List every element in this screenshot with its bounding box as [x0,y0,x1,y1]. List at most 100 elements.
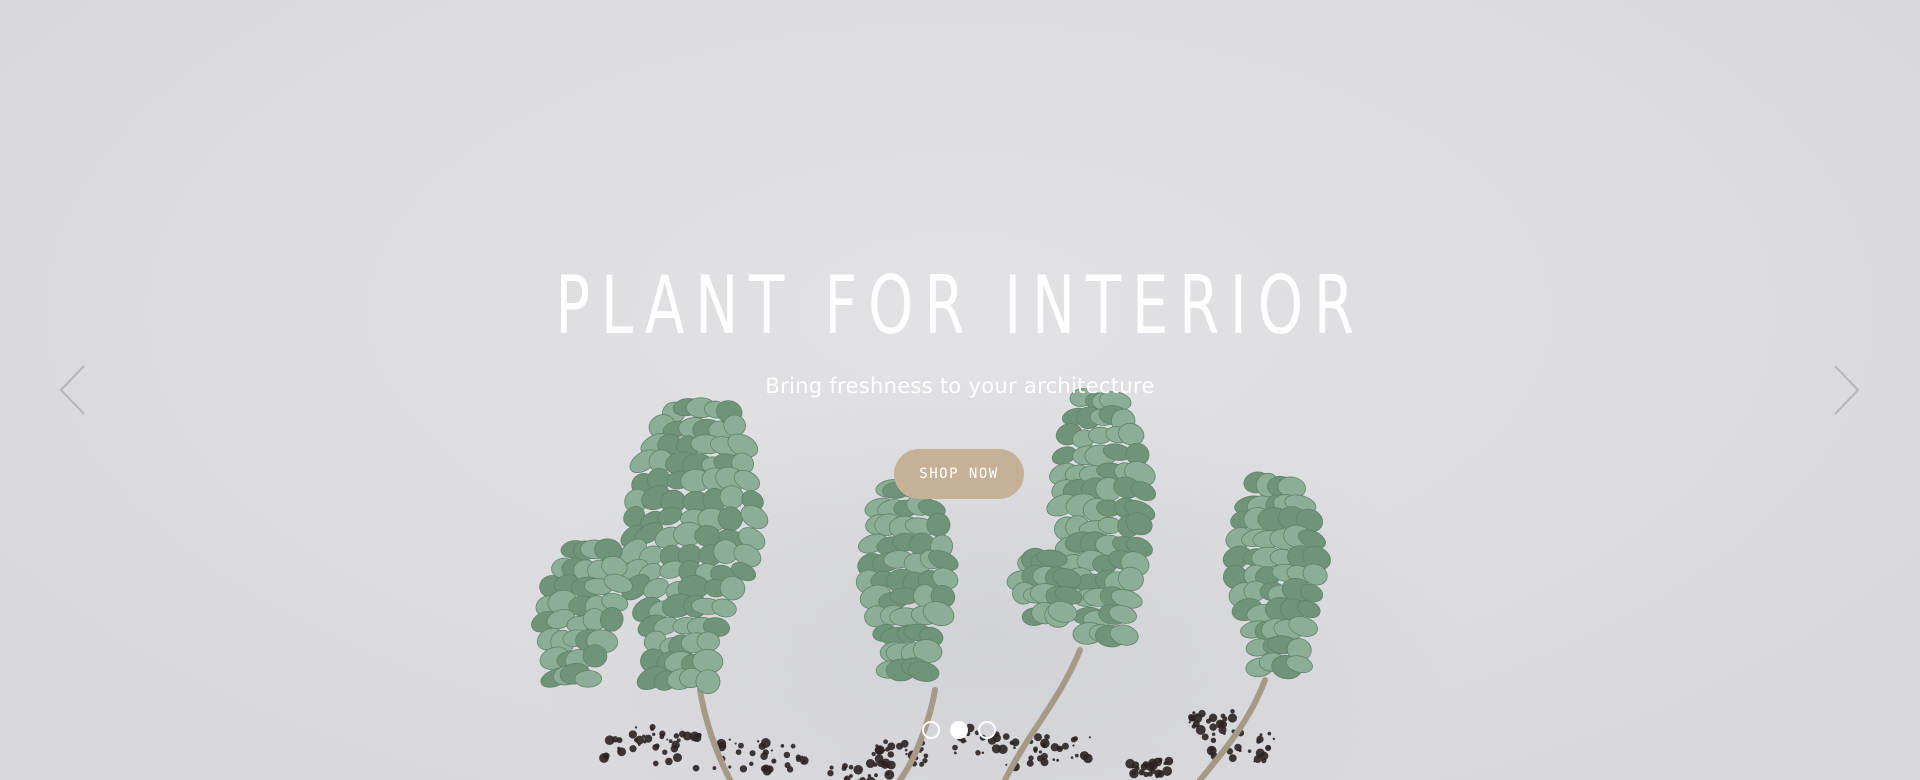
soil-crumb [756,740,760,743]
soil-crumb [1256,739,1261,744]
soil-crumb [1052,758,1056,761]
soil-crumb [991,744,1001,754]
soil-crumb [634,737,639,743]
soil-crumb [666,738,669,741]
soil-crumb [1011,738,1020,747]
soil-crumb [671,740,680,750]
soil-crumb [1034,733,1043,742]
soil-crumb [678,730,686,738]
soil-crumb [1220,713,1226,719]
soil-crumb [738,742,744,749]
soil-crumb [673,733,680,739]
soil-crumb [975,750,981,756]
soil-crumb [1026,759,1034,767]
soil-crumb [1013,746,1016,750]
soil-crumb [784,762,791,769]
soil-crumb [1040,738,1050,749]
soil-crumb [1134,765,1140,772]
soil-crumb [842,763,848,769]
hero-subtitle: Bring freshness to your architecture [765,374,1155,398]
soil-crumb [881,761,889,769]
soil-crumb [1164,756,1174,766]
soil-crumb [734,742,737,745]
soil-crumb [652,760,659,767]
soil-crumb [650,727,655,731]
soil-crumb [1205,718,1211,724]
soil-crumb [885,747,890,752]
soil-crumb [1201,733,1209,741]
soil-crumb [749,761,754,767]
soil-crumb [652,744,659,751]
soil-crumb [874,773,878,778]
succulent-leaf [740,504,769,530]
soil-crumb [735,749,742,756]
soil-crumb [1267,731,1272,736]
soil-crumb [728,738,731,741]
soil-crumb [673,753,682,763]
succulent-leaf [574,670,603,688]
soil-crumb [1234,743,1242,752]
soil-crumb [1191,724,1196,729]
soil-crumb [1070,756,1074,759]
soil-crumb [1081,753,1084,756]
soil-crumb [1033,748,1038,753]
soil-crumb [1211,732,1216,736]
slide-dot-3[interactable] [978,721,996,739]
soil-crumb [783,751,791,759]
soil-crumb [849,774,853,778]
soil-crumb [644,734,653,743]
slide-dot-1[interactable] [922,721,940,739]
soil-crumb [790,743,796,749]
shop-now-button[interactable]: SHOP NOW [894,449,1024,499]
soil-crumb [1165,760,1169,765]
soil-crumb [1265,744,1272,752]
soil-crumb [1190,714,1197,721]
soil-crumb [1088,736,1092,739]
soil-crumb [1154,769,1163,778]
soil-crumb [1143,771,1149,778]
soil-crumb [883,739,889,745]
soil-crumb [1218,723,1221,726]
soil-crumb [1259,751,1269,761]
soil-crumb [1005,763,1008,766]
slide-dot-2[interactable] [950,721,968,739]
hero-title: PLANT FOR INTERIOR [555,259,1365,352]
soil-crumb [1188,721,1191,724]
soil-crumb [760,752,768,761]
soil-crumb [712,766,717,770]
soil-crumb [1253,760,1256,763]
soil-crumb [1195,724,1206,735]
soil-crumb [617,747,627,757]
soil-crumb [604,755,609,760]
soil-crumb [871,751,876,757]
soil-crumb [1222,732,1226,736]
soil-crumb [953,751,957,755]
soil-crumb [660,733,665,738]
soil-crumb [629,745,637,753]
soil-crumb [662,749,668,755]
soil-crumb [652,732,656,736]
soil-crumb [952,744,958,751]
hero-slider: PLANT FOR INTERIOR Bring freshness to yo… [0,0,1920,780]
previous-slide-button[interactable] [58,364,88,416]
soil-crumb [905,752,908,756]
soil-crumb [848,764,854,770]
soil-crumb [801,755,804,758]
soil-crumb [1038,750,1042,754]
soil-crumb [1230,709,1235,714]
soil-crumb [749,750,756,757]
soil-crumb [1002,733,1010,740]
soil-crumb [1198,709,1206,718]
soil-crumb [1152,761,1158,767]
soil-crumb [771,758,777,764]
soil-crumb [1061,742,1069,750]
soil-crumb [780,744,785,748]
soil-crumb [922,758,928,764]
soil-crumb [1040,752,1048,760]
soil-crumb [884,769,895,780]
soil-crumb [1072,744,1075,747]
next-slide-button[interactable] [1831,364,1861,416]
soil-crumb [802,759,806,763]
soil-crumb [1056,758,1060,762]
soil-crumb [858,768,861,771]
